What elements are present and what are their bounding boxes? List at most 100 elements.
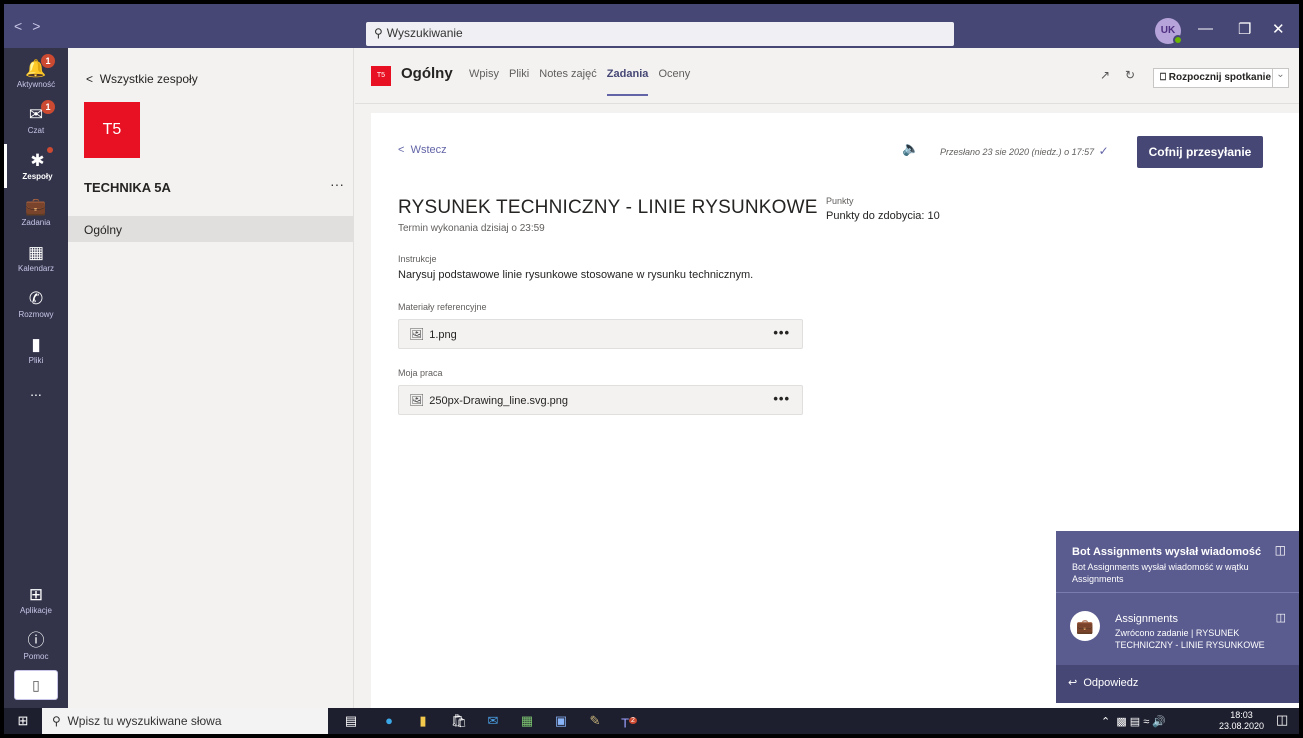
photos-app-icon[interactable]: ▦ bbox=[516, 711, 538, 731]
tab-oceny[interactable]: Oceny bbox=[658, 68, 690, 80]
open-window-icon[interactable]: ◫ bbox=[1275, 543, 1286, 557]
more-icon: ... bbox=[30, 383, 42, 399]
rail-label: Zespoły bbox=[22, 172, 53, 181]
all-teams-link[interactable]: < Wszystkie zespoły bbox=[86, 72, 198, 86]
mobile-app-button[interactable]: ▯ bbox=[14, 670, 58, 700]
tab-wpisy[interactable]: Wpisy bbox=[469, 68, 499, 80]
edge-browser-icon[interactable]: ● bbox=[378, 711, 400, 731]
activity-badge: 1 bbox=[41, 54, 55, 68]
search-input[interactable]: ⚲ Wyszukiwanie bbox=[366, 22, 954, 46]
start-meeting-button[interactable]: ⎕ Rozpocznij spotkanie ⌄ bbox=[1153, 68, 1289, 88]
immersive-reader-icon[interactable]: 🔈 bbox=[902, 140, 919, 157]
paint-icon[interactable]: ✎ bbox=[584, 711, 606, 731]
rail-item-chat[interactable]: ✉ 1 Czat bbox=[4, 98, 68, 142]
my-work-file[interactable]: 🖼 250px-Drawing_line.svg.png ••• bbox=[398, 385, 803, 415]
rail-item-activity[interactable]: 🔔 1 Aktywność bbox=[4, 52, 68, 96]
team-more-options-icon[interactable]: ··· bbox=[330, 176, 344, 192]
chat-icon: ✉ bbox=[28, 105, 44, 124]
chevron-down-icon[interactable]: ⌄ bbox=[1272, 69, 1288, 87]
rail-item-apps[interactable]: ⊞ Aplikacje bbox=[4, 578, 68, 622]
forward-arrow-icon[interactable]: > bbox=[32, 18, 50, 34]
windows-start-icon[interactable]: ⊞ bbox=[4, 708, 42, 734]
file-more-options-icon[interactable]: ••• bbox=[773, 325, 790, 340]
rail-item-files[interactable]: ▮ Pliki bbox=[4, 328, 68, 372]
tab-pliki[interactable]: Pliki bbox=[509, 68, 529, 80]
notes-app-icon[interactable]: ▣ bbox=[550, 711, 572, 731]
rail-item-calls[interactable]: ✆ Rozmowy bbox=[4, 282, 68, 326]
channel-title: Ogólny bbox=[401, 65, 453, 82]
chevron-left-icon: < bbox=[398, 144, 405, 156]
notification-text: Zwrócono zadanie | RYSUNEK TECHNICZNY - … bbox=[1115, 628, 1265, 650]
windows-taskbar: ⊞ ⚲ Wpisz tu wyszukiwane słowa ▤ ● ▮ 🛍 ✉… bbox=[4, 708, 1299, 734]
action-center-icon[interactable]: ◫ bbox=[1276, 712, 1288, 728]
channel-item-general[interactable]: Ogólny bbox=[68, 216, 353, 242]
reply-icon: ↩ bbox=[1068, 677, 1078, 689]
apps-icon: ⊞ bbox=[28, 585, 44, 604]
clock-time: 18:03 bbox=[1230, 710, 1253, 720]
search-placeholder: Wyszukiwanie bbox=[386, 26, 463, 40]
mail-icon[interactable]: ✉ bbox=[482, 711, 504, 731]
expand-icon[interactable]: ↗ bbox=[1100, 68, 1110, 82]
minimize-button[interactable]: — bbox=[1198, 20, 1213, 37]
taskbar-search-input[interactable]: ⚲ Wpisz tu wyszukiwane słowa bbox=[42, 708, 328, 734]
rail-item-assignments[interactable]: 💼 Zadania bbox=[4, 190, 68, 234]
task-view-icon[interactable]: ▤ bbox=[340, 711, 362, 731]
back-link[interactable]: < Wstecz bbox=[398, 144, 447, 156]
submission-text: Przesłano 23 sie 2020 (niedz.) o 17:57 bbox=[940, 147, 1095, 157]
search-icon: ⚲ bbox=[52, 714, 61, 728]
points-value: Punkty do zdobycia: 10 bbox=[826, 210, 940, 222]
teams-taskbar-icon[interactable]: T2 bbox=[618, 711, 640, 731]
assignments-bot-avatar: 💼 bbox=[1070, 611, 1100, 641]
team-avatar: T5 bbox=[84, 102, 140, 158]
clock-date: 23.08.2020 bbox=[1219, 721, 1265, 731]
chat-badge: 1 bbox=[41, 100, 55, 114]
notification-title: Bot Assignments wysłał wiadomość bbox=[1072, 546, 1262, 558]
message-icon: ◫ bbox=[1275, 612, 1286, 624]
points-label: Punkty bbox=[826, 196, 854, 206]
rail-label: Aktywność bbox=[16, 80, 56, 89]
undo-submission-button[interactable]: Cofnij przesyłanie bbox=[1137, 136, 1263, 168]
file-explorer-icon[interactable]: ▮ bbox=[412, 711, 434, 731]
submission-status: Przesłano 23 sie 2020 (niedz.) o 17:57 ✓ bbox=[940, 144, 1109, 158]
channel-team-avatar: T5 bbox=[371, 66, 391, 86]
clock[interactable]: 18:03 23.08.2020 bbox=[1219, 710, 1264, 732]
tab-zadania[interactable]: Zadania bbox=[606, 68, 649, 96]
user-avatar[interactable]: UK bbox=[1155, 18, 1183, 45]
restore-button[interactable]: ❐ bbox=[1238, 20, 1251, 38]
rail-label: Czat bbox=[27, 126, 45, 135]
app-bar: 🔔 1 Aktywność ✉ 1 Czat ✱ Zespoły 💼 Zadan… bbox=[4, 48, 68, 708]
reference-file[interactable]: 🖼 1.png ••• bbox=[398, 319, 803, 349]
reply-label: Odpowiedz bbox=[1083, 677, 1139, 689]
assignments-icon: 💼 bbox=[25, 197, 47, 216]
rail-item-more[interactable]: ... bbox=[4, 374, 68, 418]
rail-label: Aplikacje bbox=[19, 606, 52, 615]
notification-subtitle: Bot Assignments wysłał wiadomość w wątku… bbox=[1072, 562, 1249, 584]
channel-header: T5 Ogólny Wpisy Pliki Notes zajęć Zadani… bbox=[355, 48, 1299, 104]
file-more-options-icon[interactable]: ••• bbox=[773, 391, 790, 406]
teams-window: <> ⚲ Wyszukiwanie UK — ❐ ✕ 🔔 1 Aktywność … bbox=[4, 4, 1299, 734]
notification-message[interactable]: 💼 Assignments Zwrócono zadanie | RYSUNEK… bbox=[1056, 602, 1299, 666]
search-icon: ⚲ bbox=[374, 26, 383, 40]
tab-notes[interactable]: Notes zajęć bbox=[539, 68, 596, 80]
chevron-left-icon: < bbox=[86, 72, 94, 86]
store-icon[interactable]: 🛍 bbox=[448, 711, 470, 731]
image-file-icon: 🖼 bbox=[409, 393, 425, 407]
my-work-label: Moja praca bbox=[398, 368, 443, 378]
due-date: Termin wykonania dzisiaj o 23:59 bbox=[398, 223, 545, 234]
reply-button[interactable]: ↩ Odpowiedz bbox=[1056, 665, 1299, 703]
rail-item-teams[interactable]: ✱ Zespoły bbox=[4, 144, 68, 188]
file-name: 1.png bbox=[429, 329, 457, 341]
rail-item-calendar[interactable]: ▦ Kalendarz bbox=[4, 236, 68, 280]
team-name: TECHNIKA 5A bbox=[84, 180, 171, 195]
rail-item-help[interactable]: ⓘ Pomoc bbox=[4, 624, 68, 668]
phone-icon: ✆ bbox=[28, 289, 44, 308]
back-arrow-icon[interactable]: < bbox=[14, 18, 32, 34]
toast-notification[interactable]: Bot Assignments wysłał wiadomość Bot Ass… bbox=[1056, 531, 1299, 703]
refresh-icon[interactable]: ↻ bbox=[1125, 68, 1135, 82]
avatar-initials: UK bbox=[1160, 25, 1176, 36]
backpack-icon: 💼 bbox=[1076, 618, 1094, 634]
teams-dot bbox=[47, 147, 53, 153]
close-button[interactable]: ✕ bbox=[1272, 20, 1285, 38]
system-tray[interactable]: ⌃ ▩ ▤ ≈ 🔊 bbox=[1101, 715, 1166, 728]
checkmark-icon: ✓ bbox=[1098, 144, 1109, 158]
